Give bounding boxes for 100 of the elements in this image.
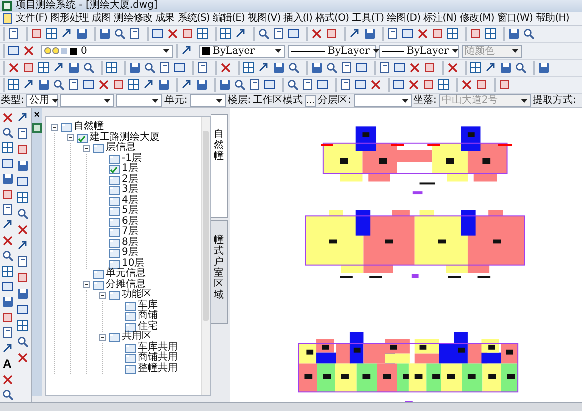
toolbar-button[interactable] — [378, 61, 392, 75]
tool-button[interactable] — [16, 127, 30, 141]
tool-button[interactable] — [0, 264, 14, 278]
toolbar-button[interactable] — [112, 78, 126, 92]
menu-item[interactable]: 成果 — [154, 12, 176, 24]
toolbar-button[interactable] — [469, 27, 483, 41]
toolbar-button[interactable] — [416, 27, 430, 41]
tree-item[interactable]: 2层 — [122, 174, 138, 185]
toolbar-button[interactable] — [22, 44, 36, 58]
tool-button[interactable] — [0, 311, 14, 324]
tool-button[interactable] — [16, 351, 30, 365]
tool-button[interactable] — [0, 388, 14, 402]
toolbar-button[interactable] — [166, 27, 180, 41]
tool-button[interactable] — [0, 142, 14, 156]
tree-item[interactable]: 5层 — [122, 206, 138, 216]
tool-button[interactable] — [0, 172, 14, 186]
toolbar-button[interactable] — [128, 27, 142, 41]
tool-button[interactable] — [16, 287, 30, 301]
menu-item[interactable]: 视图(V) — [247, 12, 282, 24]
toolbar-button[interactable] — [423, 61, 437, 75]
close-button[interactable]: × — [32, 110, 42, 121]
toolbar-button[interactable] — [37, 78, 51, 92]
menu-item[interactable]: 插入(I) — [282, 12, 314, 24]
toolbar-button[interactable] — [98, 27, 112, 41]
tool-button[interactable] — [0, 296, 14, 310]
toolbar-button[interactable] — [460, 78, 474, 92]
toolbar-button[interactable] — [272, 61, 286, 75]
toolbar-button[interactable] — [355, 61, 369, 75]
tree-item[interactable]: 自然幢 — [74, 122, 104, 132]
tool-button[interactable] — [16, 143, 30, 157]
toolbar-button[interactable] — [507, 27, 521, 41]
tree-item[interactable]: 3层 — [122, 185, 138, 196]
tree-item[interactable]: 7层 — [122, 227, 138, 238]
type-dropdown[interactable]: 公用 — [26, 94, 58, 107]
tool-button[interactable] — [0, 326, 14, 340]
toolbar-button[interactable] — [469, 61, 483, 75]
menu-item[interactable]: 窗口(W) — [496, 12, 534, 24]
menu-item[interactable]: 格式(O) — [314, 12, 350, 24]
toolbar-button[interactable] — [181, 27, 195, 41]
toolbar-button[interactable] — [105, 61, 119, 75]
toolbar-button[interactable] — [325, 61, 339, 75]
tool-button[interactable] — [0, 188, 14, 202]
toolbar-button[interactable] — [7, 27, 21, 41]
toolbar-button[interactable] — [67, 78, 81, 92]
toolbar-button[interactable] — [257, 27, 271, 41]
toolbar-button[interactable] — [340, 61, 354, 75]
toolbar-button[interactable] — [537, 61, 551, 75]
collapse-icon[interactable] — [51, 124, 58, 131]
toolbar-button[interactable] — [37, 61, 51, 75]
toolbar-button[interactable] — [310, 27, 324, 41]
menu-item[interactable]: 标注(N) — [422, 12, 458, 24]
browse-button[interactable]: … — [305, 94, 316, 106]
toolbar-button[interactable] — [484, 27, 498, 41]
toolbar-button[interactable] — [437, 78, 451, 92]
menu-item[interactable]: 成图 — [90, 12, 112, 24]
toolbar-button[interactable] — [233, 78, 247, 92]
tree-item[interactable]: 8层 — [122, 238, 138, 248]
toolbar-button[interactable] — [248, 78, 262, 92]
toolbar-button[interactable] — [82, 61, 96, 75]
tool-button[interactable] — [16, 191, 30, 205]
toolbar-button[interactable] — [287, 61, 301, 75]
toolbar-button[interactable] — [242, 61, 256, 75]
toolbar-button[interactable] — [408, 61, 422, 75]
menu-item[interactable]: 工具(T) — [351, 12, 386, 24]
tree-item[interactable]: 层信息 — [106, 143, 136, 154]
menu-item[interactable]: 编辑(E) — [212, 12, 246, 24]
toolbar-button[interactable] — [173, 61, 187, 75]
toolbar-button[interactable] — [407, 78, 421, 92]
tree-item[interactable]: 1层 — [122, 164, 138, 174]
toolbar-button[interactable] — [82, 78, 96, 92]
linetype-dropdown[interactable]: ByLayer — [288, 44, 376, 58]
tool-button[interactable] — [16, 223, 30, 237]
toolbar-button[interactable] — [363, 27, 377, 41]
toolbar-button[interactable] — [316, 78, 330, 92]
toolbar-button[interactable] — [22, 61, 36, 75]
toolbar-button[interactable] — [369, 78, 383, 92]
tool-button[interactable] — [0, 234, 14, 248]
scroll-bar[interactable] — [201, 117, 210, 395]
toolbar-button[interactable] — [128, 61, 142, 75]
menu-item[interactable]: 绘图(D) — [386, 12, 422, 24]
tree-item[interactable]: 单元信息 — [106, 269, 146, 280]
toolbar-button[interactable] — [339, 78, 353, 92]
tool-button[interactable] — [16, 175, 30, 189]
tree-item[interactable]: 商铺共用 — [138, 353, 178, 364]
menu-item[interactable]: 图形处理 — [50, 12, 90, 24]
tree-item[interactable]: 6层 — [122, 216, 138, 227]
tool-button[interactable] — [0, 373, 14, 387]
toolbar-button[interactable] — [310, 61, 324, 75]
toolbar-button[interactable] — [219, 61, 233, 75]
tool-button[interactable] — [16, 159, 30, 173]
toolbar-button[interactable] — [263, 78, 277, 92]
tool-button[interactable] — [16, 255, 30, 269]
collapse-icon[interactable] — [67, 134, 74, 142]
toolbar-button[interactable] — [97, 78, 111, 92]
toolbar-button[interactable] — [401, 27, 415, 41]
toolbar-button[interactable] — [522, 27, 536, 41]
toolbar-button[interactable] — [431, 27, 445, 41]
tree-item[interactable]: 共用区 — [122, 332, 152, 342]
toolbar-button[interactable] — [67, 61, 81, 75]
toolbar-button[interactable] — [498, 78, 512, 92]
